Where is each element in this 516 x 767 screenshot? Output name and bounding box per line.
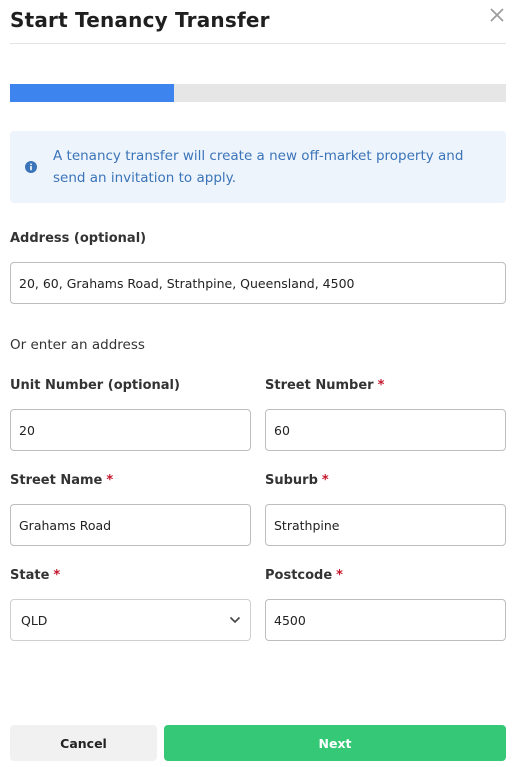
unit-number-input[interactable] [10,409,251,451]
street-name-input[interactable] [10,504,251,546]
progress-bar-fill [10,84,174,102]
cancel-button[interactable]: Cancel [10,725,157,761]
info-text: A tenancy transfer will create a new off… [53,148,464,186]
modal-title: Start Tenancy Transfer [10,8,270,32]
state-select-value: QLD [21,613,48,628]
street-number-label: Street Number * [265,378,385,393]
info-icon [25,161,37,173]
suburb-input[interactable] [265,504,506,546]
unit-number-label: Unit Number (optional) [10,378,180,393]
street-name-label: Street Name * [10,473,114,488]
state-label: State * [10,568,61,583]
address-label: Address (optional) [10,231,147,246]
required-mark: * [321,473,329,488]
required-mark: * [377,378,385,393]
progress-bar [10,84,506,102]
next-button[interactable]: Next [164,725,506,761]
required-mark: * [53,568,61,583]
close-icon[interactable] [488,6,506,24]
suburb-label: Suburb * [265,473,329,488]
address-input[interactable] [10,262,506,304]
enter-address-text: Or enter an address [10,337,145,353]
required-mark: * [336,568,343,583]
street-number-input[interactable] [265,409,506,451]
required-mark: * [106,473,114,488]
info-banner: A tenancy transfer will create a new off… [10,131,506,203]
postcode-label: Postcode * [265,568,343,583]
postcode-input[interactable] [265,599,506,641]
state-select[interactable]: QLD [10,599,251,641]
chevron-down-icon [229,616,241,624]
modal-header: Start Tenancy Transfer [10,6,506,44]
